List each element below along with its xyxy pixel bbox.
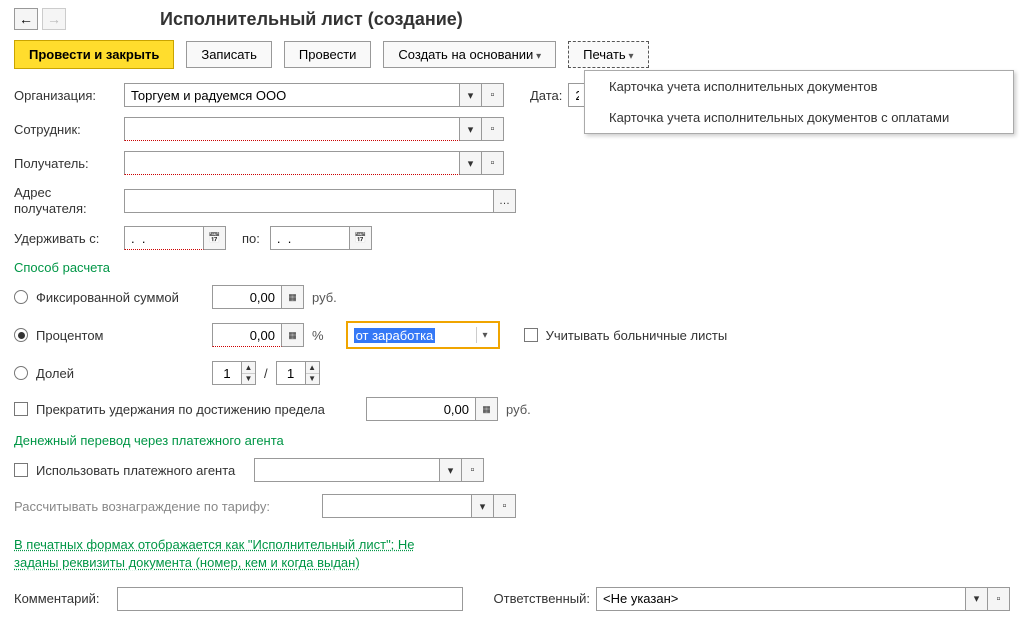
employee-label: Сотрудник: bbox=[14, 122, 118, 137]
fixed-unit: руб. bbox=[312, 290, 337, 305]
stop-limit-input[interactable] bbox=[366, 397, 476, 421]
withhold-from-label: Удерживать с: bbox=[14, 231, 118, 246]
print-button[interactable]: Печать bbox=[568, 41, 648, 68]
date-label: Дата: bbox=[530, 88, 562, 103]
post-button[interactable]: Провести bbox=[284, 41, 372, 68]
radio-percent[interactable] bbox=[14, 328, 28, 342]
org-label: Организация: bbox=[14, 88, 118, 103]
withhold-from-input[interactable] bbox=[124, 226, 204, 250]
tariff-label: Рассчитывать вознаграждение по тарифу: bbox=[14, 499, 314, 514]
checkbox-stop-limit[interactable] bbox=[14, 402, 28, 416]
responsible-dropdown-icon[interactable]: ▾ bbox=[966, 587, 988, 611]
radio-percent-label: Процентом bbox=[36, 328, 204, 343]
recipient-dropdown-icon[interactable]: ▾ bbox=[460, 151, 482, 175]
fraction-slash: / bbox=[264, 366, 268, 381]
withhold-from-calendar-icon[interactable] bbox=[204, 226, 226, 250]
recipient-open-icon[interactable]: ▫ bbox=[482, 151, 504, 175]
comment-label: Комментарий: bbox=[14, 591, 111, 606]
fraction-numerator-input[interactable] bbox=[212, 361, 242, 385]
create-based-on-button[interactable]: Создать на основании bbox=[383, 41, 556, 68]
agent-open-icon[interactable]: ▫ bbox=[462, 458, 484, 482]
fraction-denominator-spinner[interactable]: ▲▼ bbox=[306, 361, 320, 385]
document-details-link[interactable]: В печатных формах отображается как "Испо… bbox=[14, 536, 434, 572]
fixed-amount-calc-icon[interactable]: ▦ bbox=[282, 285, 304, 309]
radio-fixed[interactable] bbox=[14, 290, 28, 304]
employee-dropdown-icon[interactable]: ▾ bbox=[460, 117, 482, 141]
checkbox-use-agent-label: Использовать платежного агента bbox=[36, 463, 246, 478]
checkbox-use-agent[interactable] bbox=[14, 463, 28, 477]
org-input[interactable] bbox=[124, 83, 460, 107]
post-and-close-button[interactable]: Провести и закрыть bbox=[14, 40, 174, 69]
checkbox-sick-leave-label: Учитывать больничные листы bbox=[546, 328, 728, 343]
recipient-addr-ellipsis-icon[interactable]: … bbox=[494, 189, 516, 213]
tariff-dropdown-icon[interactable]: ▾ bbox=[472, 494, 494, 518]
responsible-open-icon[interactable]: ▫ bbox=[988, 587, 1010, 611]
withhold-to-input[interactable] bbox=[270, 226, 350, 250]
checkbox-sick-leave[interactable] bbox=[524, 328, 538, 342]
responsible-label: Ответственный: bbox=[494, 591, 590, 606]
nav-forward-button: → bbox=[42, 8, 66, 30]
print-menu-item-card-payments[interactable]: Карточка учета исполнительных документов… bbox=[585, 102, 1013, 133]
nav-back-button[interactable]: ← bbox=[14, 8, 38, 30]
checkbox-stop-limit-label: Прекратить удержания по достижению преде… bbox=[36, 402, 358, 417]
recipient-addr-input[interactable] bbox=[124, 189, 494, 213]
employee-input[interactable] bbox=[124, 117, 460, 141]
employee-open-icon[interactable]: ▫ bbox=[482, 117, 504, 141]
withhold-to-label: по: bbox=[242, 231, 260, 246]
fixed-amount-input[interactable] bbox=[212, 285, 282, 309]
radio-fixed-label: Фиксированной суммой bbox=[36, 290, 204, 305]
stop-limit-calc-icon[interactable]: ▦ bbox=[476, 397, 498, 421]
org-dropdown-icon[interactable]: ▾ bbox=[460, 83, 482, 107]
percent-unit: % bbox=[312, 328, 324, 343]
recipient-label: Получатель: bbox=[14, 156, 118, 171]
percent-base-dropdown-icon[interactable]: ▾ bbox=[476, 327, 494, 343]
fraction-numerator-spinner[interactable]: ▲▼ bbox=[242, 361, 256, 385]
calc-method-header: Способ расчета bbox=[14, 260, 1010, 275]
percent-base-value: от заработка bbox=[354, 328, 436, 343]
percent-amount-calc-icon[interactable]: ▦ bbox=[282, 323, 304, 347]
agent-header: Денежный перевод через платежного агента bbox=[14, 433, 1010, 448]
radio-fraction[interactable] bbox=[14, 366, 28, 380]
percent-amount-input[interactable] bbox=[212, 323, 282, 347]
agent-input[interactable] bbox=[254, 458, 440, 482]
agent-dropdown-icon[interactable]: ▾ bbox=[440, 458, 462, 482]
tariff-input[interactable] bbox=[322, 494, 472, 518]
recipient-addr-label: Адрес получателя: bbox=[14, 185, 118, 216]
responsible-input[interactable] bbox=[596, 587, 966, 611]
withhold-to-calendar-icon[interactable] bbox=[350, 226, 372, 250]
radio-fraction-label: Долей bbox=[36, 366, 204, 381]
org-open-icon[interactable]: ▫ bbox=[482, 83, 504, 107]
tariff-open-icon[interactable]: ▫ bbox=[494, 494, 516, 518]
recipient-input[interactable] bbox=[124, 151, 460, 175]
stop-limit-unit: руб. bbox=[506, 402, 531, 417]
print-dropdown-menu: Карточка учета исполнительных документов… bbox=[584, 70, 1014, 134]
fraction-denominator-input[interactable] bbox=[276, 361, 306, 385]
percent-base-select[interactable]: от заработка ▾ bbox=[346, 321, 500, 349]
save-button[interactable]: Записать bbox=[186, 41, 272, 68]
page-title: Исполнительный лист (создание) bbox=[160, 9, 463, 30]
print-menu-item-card[interactable]: Карточка учета исполнительных документов bbox=[585, 71, 1013, 102]
comment-input[interactable] bbox=[117, 587, 463, 611]
